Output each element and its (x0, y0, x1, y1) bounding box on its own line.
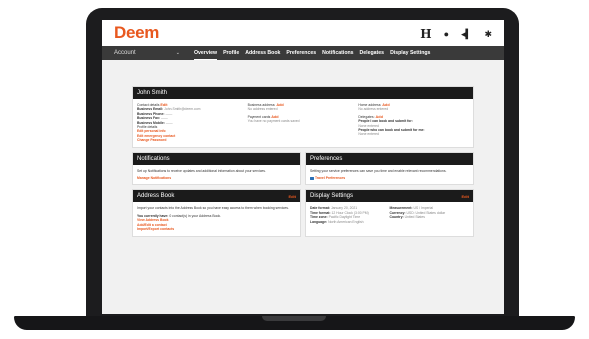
travel-preferences-link[interactable]: Travel Preferences (315, 176, 345, 180)
payment-cards-add-link[interactable]: Add (271, 115, 278, 119)
business-email-label: Business Email: (137, 107, 164, 112)
business-phone-label: Business Phone: (137, 111, 165, 116)
country-label: Country: (389, 215, 404, 220)
address-book-header: Address Book Edit (133, 190, 300, 203)
contact-column: Contact details Edit Business Email: Joh… (137, 103, 248, 143)
home-column: Home address: Add No address entered Del… (358, 103, 469, 143)
suitcase-icon (310, 176, 314, 180)
tab-overview[interactable]: Overview (194, 47, 218, 60)
preferences-card: Preferences Setting your service prefere… (305, 151, 474, 186)
profile-card-body: Contact details Edit Business Email: Joh… (133, 99, 473, 147)
time-zone-label: Time zone: (310, 215, 328, 220)
address-book-card: Address Book Edit Import your contacts i… (132, 189, 301, 237)
home-address-add-link[interactable]: Add (382, 103, 389, 107)
business-mobile-value: —— (165, 120, 173, 125)
display-settings-right: Measurement: US / Imperial Currency: USD… (390, 206, 470, 224)
laptop-notch (262, 316, 326, 321)
address-book-count: 0 contact(s) in your Address Book. (169, 213, 221, 218)
payment-cards-label: Payment cards (247, 114, 271, 119)
measurement-label: Measurement: (389, 206, 413, 211)
contact-details-label: Contact details (137, 103, 160, 107)
notifications-body: Set up Notifications to receive updates … (133, 165, 300, 185)
display-settings-body: Date format: January 20, 2021 Time forma… (306, 202, 473, 228)
time-format-value: 12 Hour Clock (3:00 PM) (331, 210, 369, 215)
business-fax-value: —— (160, 116, 168, 121)
country-value: United States (404, 215, 425, 220)
display-settings-card: Display Settings Edit Date format: Janua… (305, 189, 474, 237)
contact-edit-link[interactable]: Edit (160, 103, 167, 107)
preferences-text: Setting your service preferences can sav… (310, 168, 447, 173)
measurement-value: US / Imperial (413, 206, 434, 211)
import-export-contacts-link[interactable]: Import/Export contacts (137, 227, 296, 231)
tab-preferences[interactable]: Preferences (286, 47, 316, 60)
business-email-value: John.Smith@deem.com (164, 107, 201, 112)
tab-profile[interactable]: Profile (223, 47, 239, 60)
address-book-count-label: You currently have: (137, 213, 169, 218)
address-book-title: Address Book (137, 193, 175, 200)
time-format-label: Time format: (310, 210, 331, 215)
currency-value: USD: United States dollar (406, 210, 446, 215)
delegates-label: Delegates: (358, 114, 375, 119)
chevron-down-icon: ⌄ (175, 50, 180, 56)
gear-icon[interactable]: ✱ (484, 29, 492, 40)
deem-logo[interactable]: Deem (114, 23, 159, 43)
language-value: North American English (328, 219, 364, 224)
business-mobile-label: Business Mobile: (137, 120, 165, 125)
preferences-title: Preferences (310, 155, 343, 162)
account-dropdown[interactable]: Account ⌄ (102, 50, 184, 56)
profile-card: John Smith Contact details Edit Business… (132, 86, 474, 148)
notifications-header: Notifications (133, 152, 300, 165)
delegates-add-link[interactable]: Add (376, 115, 383, 119)
tab-display-settings[interactable]: Display Settings (390, 47, 430, 60)
home-address-label: Home address: (358, 103, 382, 107)
date-format-label: Date format: (310, 206, 330, 211)
profile-name: John Smith (137, 90, 168, 96)
profile-card-header: John Smith (133, 87, 473, 99)
cards-row-1: Notifications Set up Notifications to re… (132, 151, 474, 190)
business-phone-value: —— (165, 111, 173, 116)
cards-row-2: Address Book Edit Import your contacts i… (132, 189, 474, 240)
business-address-add-link[interactable]: Add (276, 103, 283, 107)
nav-tabs: Overview Profile Address Book Preference… (194, 47, 430, 60)
account-label: Account (114, 50, 136, 56)
language-label: Language: (310, 219, 328, 224)
time-zone-value: Pacific Daylight Time (328, 215, 361, 220)
business-column: Business address: Add No address entered… (248, 103, 359, 143)
tab-address-book[interactable]: Address Book (245, 47, 280, 60)
nav-bar: Account ⌄ Overview Profile Address Book … (102, 46, 504, 60)
currency-label: Currency: (389, 210, 406, 215)
address-book-text: Import your contacts into the Address Bo… (137, 206, 289, 211)
preferences-body: Setting your service preferences can sav… (306, 165, 473, 185)
notifications-title: Notifications (137, 155, 170, 162)
business-address-label: Business address: (247, 103, 276, 107)
display-settings-edit-link[interactable]: Edit (461, 194, 469, 199)
top-bar: Deem H ● ◂▍ ✱ (102, 20, 504, 46)
star-icon[interactable]: ● (444, 29, 449, 39)
tab-notifications[interactable]: Notifications (322, 47, 353, 60)
date-format-value: January 20, 2021 (330, 206, 358, 211)
overview-content: John Smith Contact details Edit Business… (132, 86, 474, 241)
help-icon[interactable]: H (420, 27, 431, 41)
address-book-body: Import your contacts into the Address Bo… (133, 202, 300, 235)
back-icon[interactable]: ◂▍ (461, 29, 472, 40)
address-book-edit-link[interactable]: Edit (288, 194, 296, 199)
tab-delegates[interactable]: Delegates (360, 47, 385, 60)
business-fax-label: Business Fax: (137, 116, 160, 121)
people-book-me-value: None entered (358, 132, 379, 137)
manage-notifications-link[interactable]: Manage Notifications (137, 176, 296, 180)
display-settings-left: Date format: January 20, 2021 Time forma… (310, 206, 390, 224)
top-icons: H ● ◂▍ ✱ (420, 27, 492, 41)
display-settings-title: Display Settings (310, 193, 354, 200)
display-settings-header: Display Settings Edit (306, 190, 473, 203)
change-password-link[interactable]: Change Password (137, 138, 248, 142)
payment-cards-value: You have no payment cards saved (247, 119, 300, 124)
notifications-card: Notifications Set up Notifications to re… (132, 151, 301, 186)
preferences-header: Preferences (306, 152, 473, 165)
